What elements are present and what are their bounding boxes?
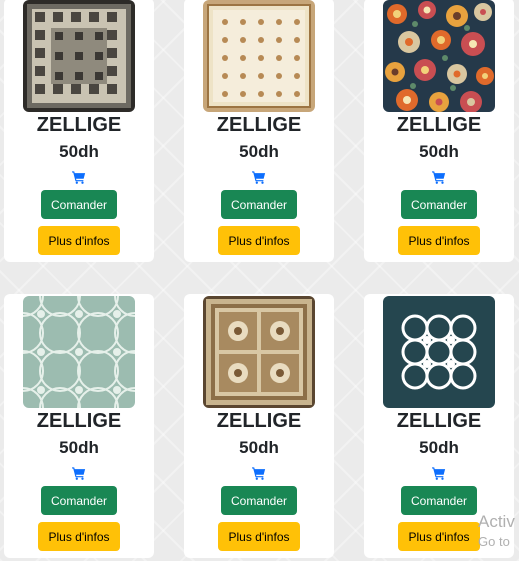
product-name: ZELLIGE: [396, 410, 482, 432]
shopping-cart-icon[interactable]: [252, 170, 266, 184]
product-card: ZELLIGE 50dh Comander Plus d'infos: [184, 0, 334, 262]
product-price: 50dh: [419, 438, 459, 457]
activation-watermark: Activ Go to: [478, 513, 515, 548]
order-button[interactable]: Comander: [221, 190, 297, 219]
zellige-tile-image: [383, 0, 495, 112]
product-price: 50dh: [239, 438, 279, 457]
shopping-cart-icon[interactable]: [432, 170, 446, 184]
shopping-cart-icon[interactable]: [252, 466, 266, 480]
zellige-tile-image: [23, 0, 135, 112]
shopping-cart-icon[interactable]: [72, 466, 86, 480]
product-card: ZELLIGE 50dh Comander Plus d'infos: [4, 294, 154, 558]
product-price: 50dh: [59, 142, 99, 161]
product-card: ZELLIGE 50dh Comander Plus d'infos: [184, 294, 334, 558]
order-button[interactable]: Comander: [401, 486, 477, 515]
product-name: ZELLIGE: [36, 410, 122, 432]
shopping-cart-icon[interactable]: [432, 466, 446, 480]
product-name: ZELLIGE: [216, 114, 302, 136]
product-price: 50dh: [239, 142, 279, 161]
order-button[interactable]: Comander: [221, 486, 297, 515]
shopping-cart-icon[interactable]: [72, 170, 86, 184]
watermark-line-1: Activ: [478, 512, 515, 531]
product-card: ZELLIGE 50dh Comander Plus d'infos: [364, 0, 514, 262]
more-info-button[interactable]: Plus d'infos: [38, 226, 120, 255]
product-name: ZELLIGE: [216, 410, 302, 432]
more-info-button[interactable]: Plus d'infos: [398, 226, 480, 255]
zellige-tile-image: [203, 296, 315, 408]
watermark-line-2: Go to: [478, 534, 510, 549]
product-price: 50dh: [419, 142, 459, 161]
zellige-tile-image: [203, 0, 315, 112]
zellige-tile-image: [23, 296, 135, 408]
more-info-button[interactable]: Plus d'infos: [398, 522, 480, 551]
order-button[interactable]: Comander: [401, 190, 477, 219]
order-button[interactable]: Comander: [41, 190, 117, 219]
product-name: ZELLIGE: [396, 114, 482, 136]
product-price: 50dh: [59, 438, 99, 457]
product-name: ZELLIGE: [36, 114, 122, 136]
more-info-button[interactable]: Plus d'infos: [38, 522, 120, 551]
more-info-button[interactable]: Plus d'infos: [218, 522, 300, 551]
zellige-tile-image: [383, 296, 495, 408]
order-button[interactable]: Comander: [41, 486, 117, 515]
product-card: ZELLIGE 50dh Comander Plus d'infos: [4, 0, 154, 262]
more-info-button[interactable]: Plus d'infos: [218, 226, 300, 255]
